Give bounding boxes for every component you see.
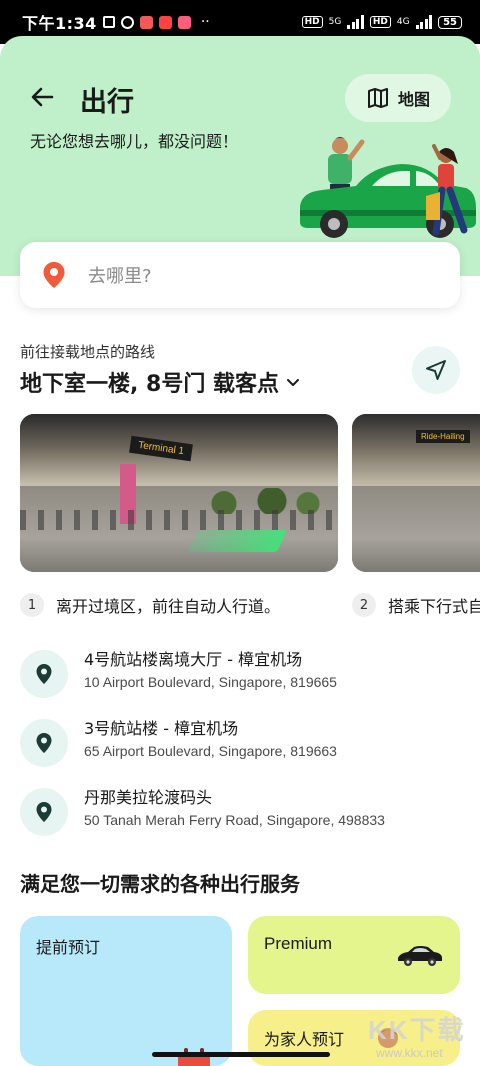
alarm-icon [120, 15, 134, 29]
home-indicator[interactable] [152, 1052, 330, 1057]
more-notifications-icon: ·· [200, 14, 210, 30]
battery-indicator: 55 [438, 15, 462, 29]
card-label: 为家人预订 [264, 1030, 345, 1049]
card-label: 提前预订 [36, 938, 101, 957]
route-photo-1[interactable]: Terminal 1 [20, 414, 338, 572]
page-subtitle: 无论您想去哪儿，都没问题！ [30, 132, 239, 151]
back-button[interactable] [28, 82, 58, 112]
page-title: 出行 [80, 87, 134, 118]
video-app-icon [158, 15, 172, 29]
step-number: 1 [20, 593, 44, 617]
app-notification-icon [139, 15, 153, 29]
signal-icon-1 [347, 15, 364, 29]
location-pin-badge [20, 650, 68, 698]
location-address: 10 Airport Boulevard, Singapore, 819665 [84, 674, 337, 690]
card-label: Premium [264, 934, 333, 953]
search-placeholder: 去哪里? [88, 266, 152, 287]
music-app-icon [177, 15, 191, 29]
step-text: 离开过境区，前往自动人行道。 [56, 597, 281, 616]
signal-icon-2 [415, 15, 433, 29]
watermark-url: www.kkx.net [376, 1046, 443, 1060]
watermark-text: KK下载 [368, 1015, 466, 1045]
photo-floor [352, 486, 480, 572]
map-pin-icon [36, 802, 52, 822]
ride-hailing-sign: Ride-Hailing [416, 430, 470, 443]
premium-car-icon [398, 946, 442, 966]
premium-card[interactable]: Premium [248, 916, 460, 994]
map-button-label: 地图 [397, 90, 430, 109]
route-step-1: 1 离开过境区，前往自动人行道。 [20, 593, 280, 617]
route-step-2: 2 搭乘下行式自 [352, 593, 480, 617]
photo-ceiling [352, 414, 480, 486]
location-address: 65 Airport Boulevard, Singapore, 819663 [84, 743, 337, 759]
location-item[interactable]: 4号航站楼离境大厅 - 樟宜机场 10 Airport Boulevard, S… [20, 650, 460, 710]
location-name: 4号航站楼离境大厅 - 樟宜机场 [84, 650, 303, 669]
back-arrow-icon [31, 87, 54, 107]
pickup-point-selector[interactable]: 地下室一楼, 8号门 载客点 [20, 366, 301, 398]
map-pin-icon [36, 733, 52, 753]
route-section-label: 前往接载地点的路线 [20, 343, 156, 361]
chevron-down-icon [286, 379, 299, 386]
location-pin-badge [20, 719, 68, 767]
location-pin-badge [20, 788, 68, 836]
location-item[interactable]: 3号航站楼 - 樟宜机场 65 Airport Boulevard, Singa… [20, 719, 460, 779]
step-number: 2 [352, 593, 376, 617]
advance-booking-card[interactable]: 提前预订 [20, 916, 232, 1066]
destination-search[interactable]: 去哪里? [20, 242, 460, 308]
network-type-1: 5G [328, 17, 342, 27]
mute-icon [102, 16, 115, 28]
navigate-button[interactable] [412, 346, 460, 394]
route-photo-2[interactable]: Ride-Hailing [352, 414, 480, 572]
status-right-icons: HD 5G HD 4G 55 [301, 15, 462, 29]
location-name: 丹那美拉轮渡码头 [84, 788, 213, 807]
car-illustration [300, 137, 476, 238]
services-section-title: 满足您一切需求的各种出行服务 [20, 872, 300, 896]
location-name: 3号航站楼 - 樟宜机场 [84, 719, 239, 738]
map-pin-icon [36, 664, 52, 684]
hd-badge-2: HD [369, 16, 391, 28]
map-button[interactable]: 地图 [345, 74, 451, 122]
status-time: 下午1:34 [22, 14, 97, 33]
navigation-arrow-icon [426, 360, 446, 380]
network-type-2: 4G [396, 17, 410, 27]
status-left-icons: ·· [102, 14, 210, 30]
location-pin-icon [43, 262, 65, 288]
pickup-point-name: 地下室一楼, 8号门 载客点 [20, 372, 279, 397]
calendar-icon [178, 1048, 210, 1066]
location-address: 50 Tanah Merah Ferry Road, Singapore, 49… [84, 812, 385, 828]
photo-people [20, 510, 338, 530]
hd-badge-1: HD [301, 16, 323, 28]
step-text: 搭乘下行式自 [388, 597, 480, 616]
photo-floor-arrow [186, 530, 288, 552]
location-item[interactable]: 丹那美拉轮渡码头 50 Tanah Merah Ferry Road, Sing… [20, 788, 460, 848]
watermark: KK下载 www.kkx.net [362, 1010, 478, 1064]
map-icon [367, 88, 388, 108]
